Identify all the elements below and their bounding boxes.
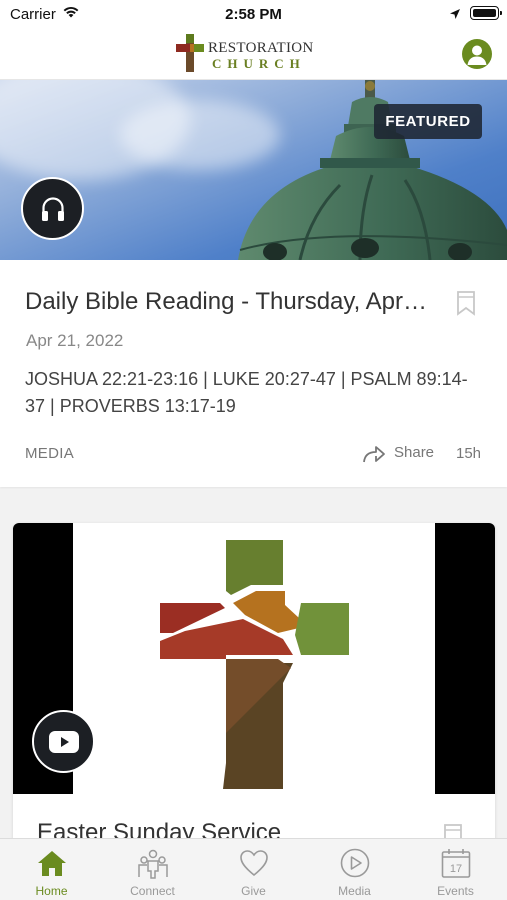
bookmark-icon[interactable] <box>456 290 476 321</box>
featured-card[interactable]: FEATURED Daily Bible Reading - Thursday,… <box>0 80 507 487</box>
calendar-icon: 17 <box>441 849 471 878</box>
share-label: Share <box>394 444 435 461</box>
church-logo: RESTORATION CHURCH <box>176 33 336 75</box>
tab-events[interactable]: 17 Events <box>405 839 506 900</box>
featured-card-date: Apr 21, 2022 <box>26 331 124 350</box>
tab-events-label: Events <box>437 884 474 898</box>
youtube-play-icon <box>49 731 79 753</box>
tab-give-label: Give <box>241 884 266 898</box>
play-circle-icon <box>340 848 370 878</box>
tab-bar: Home Connect Give Media 17 Events <box>0 838 507 900</box>
featured-card-title[interactable]: Daily Bible Reading - Thursday, April 21… <box>25 288 430 316</box>
location-arrow-icon <box>449 7 461 25</box>
logo-text-church: CHURCH <box>212 56 306 71</box>
video-card-title[interactable]: Easter Sunday Service <box>37 819 281 838</box>
logo-text-restoration: RESTORATION <box>208 40 314 56</box>
featured-card-category: MEDIA <box>25 445 75 462</box>
home-icon <box>38 851 66 876</box>
video-card[interactable]: Easter Sunday Service <box>13 523 495 838</box>
tab-connect-label: Connect <box>130 884 175 898</box>
tab-home[interactable]: Home <box>1 839 102 900</box>
video-play-button[interactable] <box>32 710 95 773</box>
tab-give[interactable]: Give <box>203 839 304 900</box>
video-thumbnail <box>13 523 495 794</box>
featured-card-age: 15h <box>456 445 482 462</box>
user-avatar-icon <box>467 45 487 65</box>
tab-connect[interactable]: Connect <box>102 839 203 900</box>
status-time: 2:58 PM <box>225 6 282 23</box>
featured-hero-image: FEATURED <box>0 80 507 260</box>
people-icon <box>138 849 168 879</box>
audio-play-button[interactable] <box>21 177 84 240</box>
feed-scroll[interactable]: FEATURED Daily Bible Reading - Thursday,… <box>0 80 507 838</box>
logo-cross-icon <box>176 34 204 77</box>
tab-media[interactable]: Media <box>304 839 405 900</box>
heart-icon <box>240 850 268 877</box>
app-header: RESTORATION CHURCH <box>0 30 507 80</box>
featured-badge: FEATURED <box>374 104 482 139</box>
tab-home-label: Home <box>35 884 68 898</box>
headphones-icon <box>42 197 64 221</box>
battery-icon <box>470 6 502 20</box>
calendar-day-number: 17 <box>450 863 462 875</box>
share-arrow-icon <box>363 446 385 463</box>
status-bar: Carrier 2:58 PM <box>0 0 507 30</box>
bookmark-icon[interactable] <box>443 823 463 838</box>
featured-card-body: JOSHUA 22:21-23:16 | LUKE 20:27-47 | PSA… <box>25 369 468 416</box>
church-cross-logo <box>160 540 349 789</box>
tab-media-label: Media <box>338 884 371 898</box>
profile-button[interactable] <box>462 39 492 69</box>
